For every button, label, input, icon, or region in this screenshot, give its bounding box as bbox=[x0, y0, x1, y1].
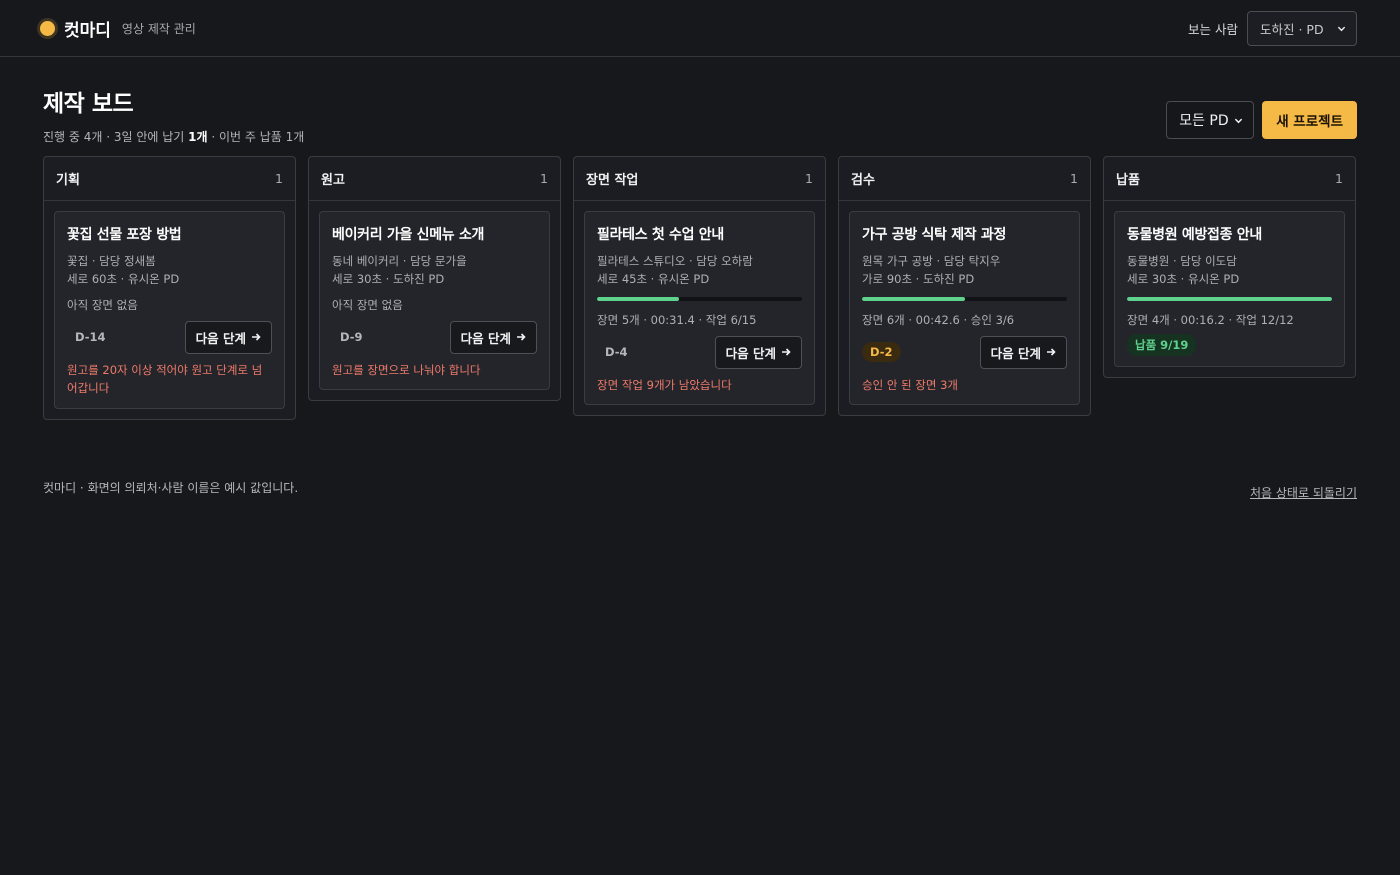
card-scene-info: 장면 4개 · 00:16.2 · 작업 12/12 bbox=[1127, 312, 1294, 327]
progress-bar bbox=[862, 296, 1067, 301]
card-no-scene: 아직 장면 없음 bbox=[67, 297, 138, 312]
dday-badge: D-9 bbox=[340, 330, 363, 345]
column-header: 검수 1 bbox=[839, 157, 1090, 201]
card-format: 세로 30초 · 도하진 PD bbox=[332, 272, 445, 287]
arrow-right-icon bbox=[517, 333, 526, 341]
next-stage-label: 다음 단계 bbox=[195, 330, 246, 346]
card-format: 가로 90초 · 도하진 PD bbox=[862, 272, 975, 287]
dday-badge: D-14 bbox=[75, 330, 106, 345]
arrow-right-icon bbox=[252, 333, 261, 341]
column-count: 1 bbox=[805, 171, 813, 186]
card-meta: 동네 베이커리 · 담당 문가을 세로 30초 · 도하진 PD bbox=[332, 252, 537, 289]
column-count: 1 bbox=[1070, 171, 1078, 186]
card-title: 동물병원 예방접종 안내 bbox=[1127, 227, 1262, 243]
column-title: 검수 bbox=[851, 173, 875, 188]
brand: 컷마디 영상 제작 관리 bbox=[40, 16, 196, 41]
column-title: 원고 bbox=[321, 173, 345, 188]
project-card[interactable]: 필라테스 첫 수업 안내 필라테스 스튜디오 · 담당 오하람 세로 45초 ·… bbox=[584, 211, 815, 406]
next-stage-button[interactable]: 다음 단계 bbox=[449, 320, 537, 354]
card-scene-info: 장면 5개 · 00:31.4 · 작업 6/15 bbox=[597, 312, 757, 327]
card-format: 세로 30초 · 유시온 PD bbox=[1127, 272, 1240, 287]
card-title: 필라테스 첫 수업 안내 bbox=[597, 227, 724, 243]
next-stage-label: 다음 단계 bbox=[725, 345, 776, 361]
page-summary: 진행 중 4개 · 3일 안에 납기 1개 · 이번 주 납품 1개 bbox=[43, 130, 305, 144]
chevron-down-icon bbox=[1337, 26, 1346, 31]
page-actions: 모든 PD 새 프로젝트 bbox=[1166, 101, 1357, 139]
project-card[interactable]: 동물병원 예방접종 안내 동물병원 · 담당 이도담 세로 30초 · 유시온 … bbox=[1114, 211, 1345, 367]
arrow-right-icon bbox=[1047, 348, 1056, 356]
dday-badge: D-2 bbox=[862, 342, 901, 363]
card-warning: 원고를 장면으로 나눠야 합니다 bbox=[332, 362, 481, 377]
brand-subtitle: 영상 제작 관리 bbox=[121, 21, 196, 36]
column-title: 기획 bbox=[56, 173, 80, 188]
progress-bar bbox=[1127, 296, 1332, 301]
arrow-right-icon bbox=[782, 348, 791, 356]
card-title: 베이커리 가을 신메뉴 소개 bbox=[332, 227, 485, 243]
column-title: 납품 bbox=[1116, 173, 1140, 188]
brand-logo-icon bbox=[40, 20, 55, 36]
column-count: 1 bbox=[540, 171, 548, 186]
viewer-select-value: 도하진 · PD bbox=[1260, 21, 1324, 37]
card-meta: 꽃집 · 담당 정새봄 세로 60초 · 유시온 PD bbox=[67, 252, 272, 289]
page-header: 제작 보드 진행 중 4개 · 3일 안에 납기 1개 · 이번 주 납품 1개… bbox=[43, 84, 1357, 145]
progress-bar-fill bbox=[1127, 296, 1332, 301]
card-client: 동네 베이커리 · 담당 문가을 bbox=[332, 254, 467, 268]
summary-due-count: 1개 bbox=[188, 130, 208, 144]
card-client: 필라테스 스튜디오 · 담당 오하람 bbox=[597, 254, 753, 268]
viewer-label: 보는 사람 bbox=[1188, 21, 1238, 37]
brand-name: 컷마디 bbox=[64, 20, 111, 41]
progress-bar-fill bbox=[597, 296, 679, 301]
card-client: 동물병원 · 담당 이도담 bbox=[1127, 254, 1237, 268]
card-warning: 승인 안 된 장면 3개 bbox=[862, 377, 958, 392]
project-card[interactable]: 베이커리 가을 신메뉴 소개 동네 베이커리 · 담당 문가을 세로 30초 ·… bbox=[319, 211, 550, 391]
column-header: 원고 1 bbox=[309, 157, 560, 201]
column-delivered: 납품 1 동물병원 예방접종 안내 동물병원 · 담당 이도담 세로 30초 ·… bbox=[1103, 156, 1356, 378]
next-stage-button[interactable]: 다음 단계 bbox=[184, 320, 272, 354]
progress-bar-fill bbox=[862, 296, 965, 301]
column-header: 장면 작업 1 bbox=[574, 157, 825, 201]
card-format: 세로 60초 · 유시온 PD bbox=[67, 272, 180, 287]
new-project-button[interactable]: 새 프로젝트 bbox=[1262, 101, 1357, 139]
card-meta: 원목 가구 공방 · 담당 탁지우 가로 90초 · 도하진 PD bbox=[862, 252, 1067, 289]
project-card[interactable]: 가구 공방 식탁 제작 과정 원목 가구 공방 · 담당 탁지우 가로 90초 … bbox=[849, 211, 1080, 406]
column-count: 1 bbox=[1335, 171, 1343, 186]
column-script: 원고 1 베이커리 가을 신메뉴 소개 동네 베이커리 · 담당 문가을 세로 … bbox=[308, 156, 561, 402]
progress-bar bbox=[597, 296, 802, 301]
page-title: 제작 보드 bbox=[43, 91, 134, 117]
column-planning: 기획 1 꽃집 선물 포장 방법 꽃집 · 담당 정새봄 세로 60초 · 유시… bbox=[43, 156, 296, 420]
card-no-scene: 아직 장면 없음 bbox=[332, 297, 403, 312]
column-scene-work: 장면 작업 1 필라테스 첫 수업 안내 필라테스 스튜디오 · 담당 오하람 … bbox=[573, 156, 826, 417]
reset-link[interactable]: 처음 상태로 되돌리기 bbox=[1250, 484, 1357, 501]
kanban-board: 기획 1 꽃집 선물 포장 방법 꽃집 · 담당 정새봄 세로 60초 · 유시… bbox=[43, 156, 1357, 420]
viewer-select[interactable]: 도하진 · PD bbox=[1247, 10, 1357, 46]
pd-filter-value: 모든 PD bbox=[1179, 113, 1229, 129]
column-count: 1 bbox=[275, 171, 283, 186]
card-meta: 동물병원 · 담당 이도담 세로 30초 · 유시온 PD bbox=[1127, 252, 1332, 289]
card-warning: 원고를 20자 이상 적어야 원고 단계로 넘어갑니다 bbox=[67, 362, 263, 396]
project-card[interactable]: 꽃집 선물 포장 방법 꽃집 · 담당 정새봄 세로 60초 · 유시온 PD … bbox=[54, 211, 285, 409]
next-stage-button[interactable]: 다음 단계 bbox=[979, 335, 1067, 369]
next-stage-button[interactable]: 다음 단계 bbox=[714, 335, 802, 369]
column-header: 기획 1 bbox=[44, 157, 295, 201]
column-header: 납품 1 bbox=[1104, 157, 1355, 201]
next-stage-label: 다음 단계 bbox=[460, 330, 511, 346]
footer-note: 컷마디 · 화면의 의뢰처·사람 이름은 예시 값입니다. bbox=[43, 481, 299, 495]
card-title: 꽃집 선물 포장 방법 bbox=[67, 227, 182, 243]
card-client: 원목 가구 공방 · 담당 탁지우 bbox=[862, 254, 1001, 268]
top-bar: 컷마디 영상 제작 관리 보는 사람 도하진 · PD bbox=[0, 0, 1400, 57]
card-format: 세로 45초 · 유시온 PD bbox=[597, 272, 710, 287]
pd-filter-select[interactable]: 모든 PD bbox=[1166, 101, 1255, 139]
column-review: 검수 1 가구 공방 식탁 제작 과정 원목 가구 공방 · 담당 탁지우 가로… bbox=[838, 156, 1091, 417]
dday-badge: D-4 bbox=[605, 345, 628, 360]
card-warning: 장면 작업 9개가 남았습니다 bbox=[597, 377, 732, 392]
chevron-down-icon bbox=[1235, 118, 1243, 123]
next-stage-label: 다음 단계 bbox=[990, 345, 1041, 361]
card-client: 꽃집 · 담당 정새봄 bbox=[67, 254, 156, 268]
card-title: 가구 공방 식탁 제작 과정 bbox=[862, 227, 1007, 243]
card-scene-info: 장면 6개 · 00:42.6 · 승인 3/6 bbox=[862, 312, 1015, 327]
delivered-badge: 납품 9/19 bbox=[1127, 333, 1197, 356]
column-title: 장면 작업 bbox=[586, 173, 639, 188]
card-meta: 필라테스 스튜디오 · 담당 오하람 세로 45초 · 유시온 PD bbox=[597, 252, 802, 289]
viewer-selector: 보는 사람 도하진 · PD bbox=[1188, 10, 1357, 46]
